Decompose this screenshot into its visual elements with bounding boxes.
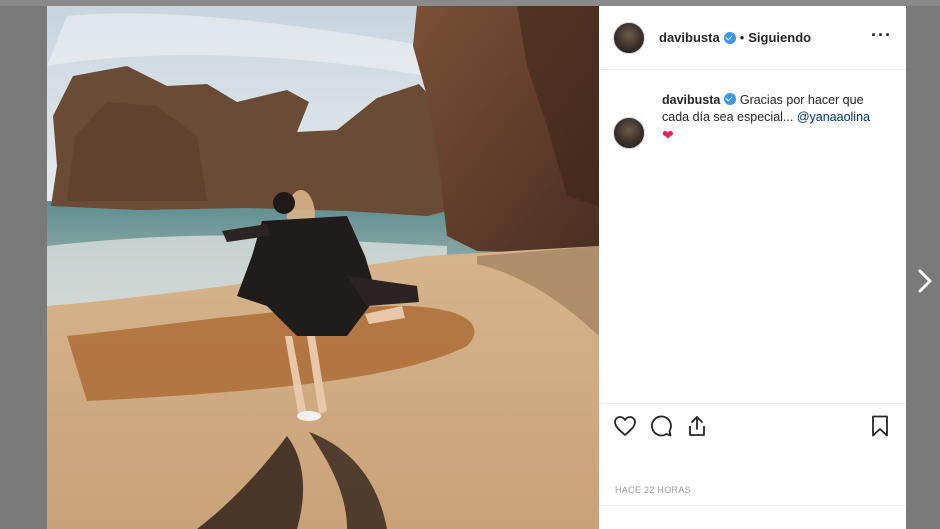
caption: davibusta Gracias por hacer que cada día… [613,92,893,149]
avatar[interactable] [613,21,645,54]
post-detail-panel: davibusta • Siguiendo ··· davibusta Grac… [599,6,906,529]
action-bar [599,403,906,447]
heart-icon[interactable] [613,414,637,438]
more-horizontal-icon[interactable]: ··· [871,26,892,50]
post-header: davibusta • Siguiendo ··· [599,6,906,70]
comment-icon[interactable] [649,414,673,438]
heart-emoji: ❤ [662,127,674,143]
separator-dot: • [739,30,745,45]
follow-status-button[interactable]: Siguiendo [748,30,811,45]
caption-verified-badge-icon [724,93,737,105]
author-username[interactable]: davibusta [659,30,720,45]
post-timestamp[interactable]: HACE 22 HORAS [615,485,691,495]
caption-mention[interactable]: @yanaaolina [797,110,870,124]
bookmark-icon[interactable] [868,414,892,438]
chevron-right-icon[interactable] [916,268,934,294]
post-image [47,6,599,529]
comment-bar[interactable] [599,505,906,529]
verified-badge-icon [723,31,736,44]
caption-username[interactable]: davibusta [662,93,720,107]
caption-avatar[interactable] [613,117,645,149]
caption-text: davibusta Gracias por hacer que cada día… [662,92,893,144]
share-icon[interactable] [685,414,709,438]
